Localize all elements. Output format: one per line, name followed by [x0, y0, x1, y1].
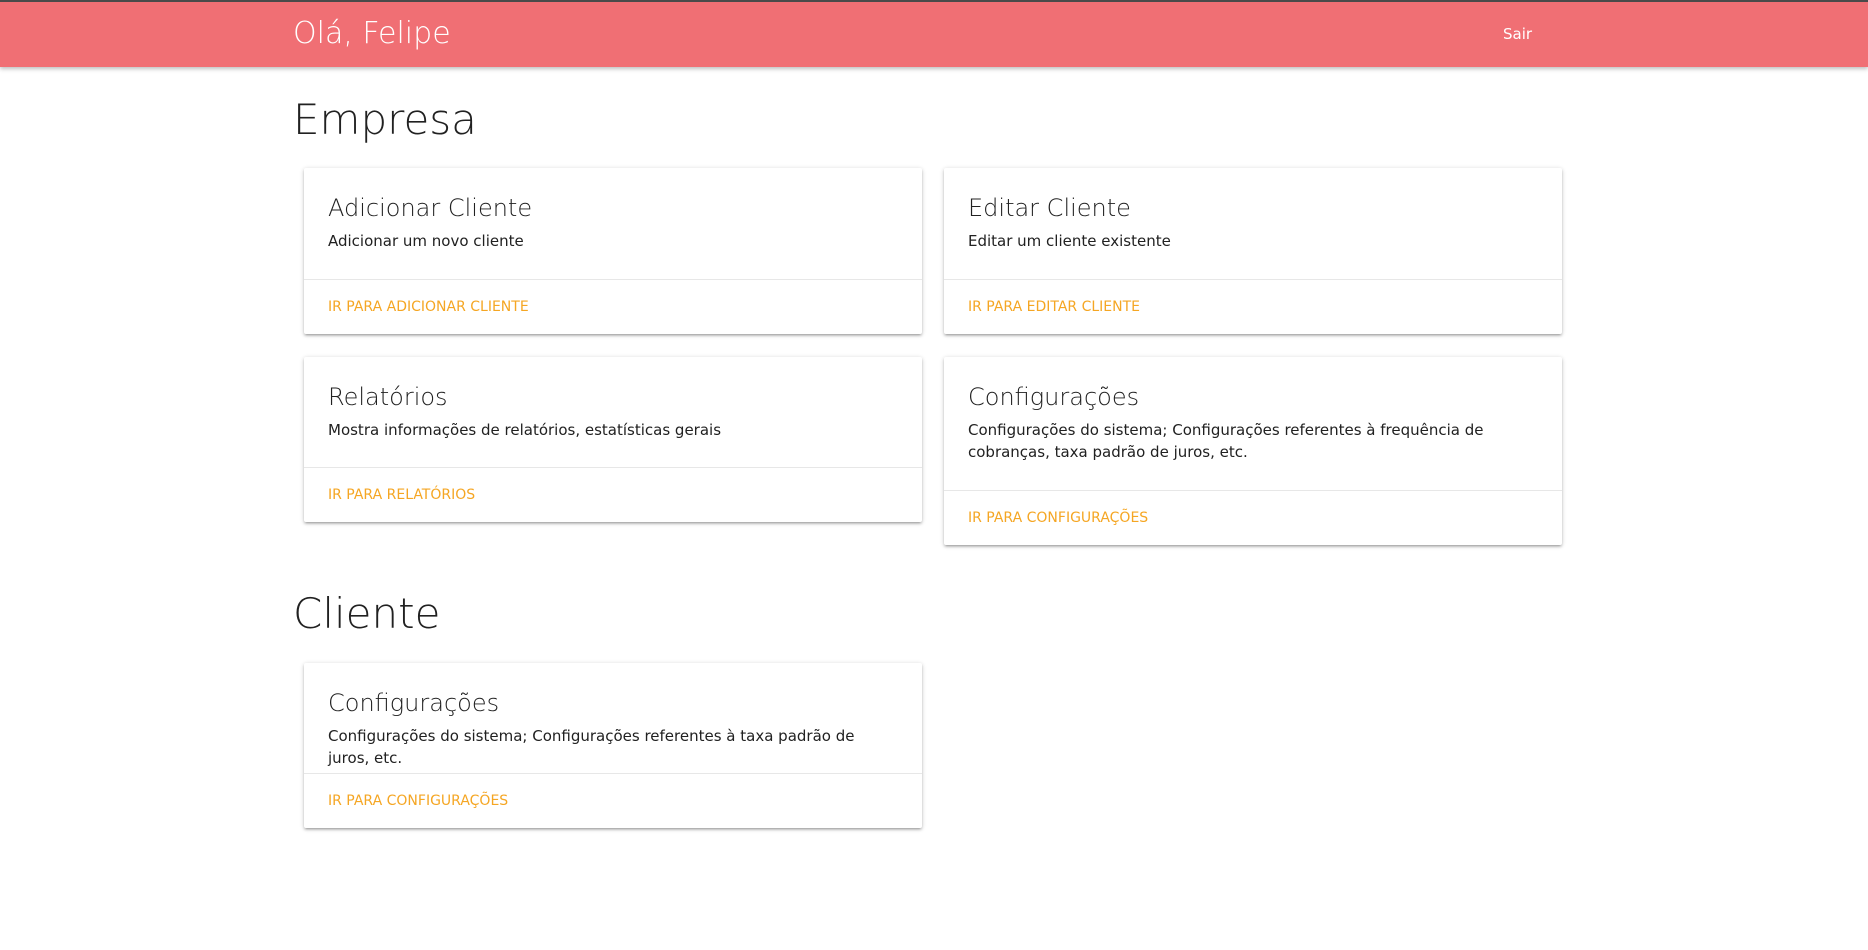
company-settings-link[interactable]: IR PARA CONFIGURAÇÕES [968, 508, 1148, 528]
card-description: Configurações do sistema; Configurações … [328, 727, 855, 767]
section-title-empresa: Empresa [293, 95, 477, 144]
card-description: Mostra informações de relatórios, estatí… [328, 421, 722, 439]
card-edit-client: Editar Cliente Editar um cliente existen… [944, 168, 1562, 334]
greeting-title: Olá, Felipe [293, 16, 451, 51]
card-reports: Relatórios Mostra informações de relatór… [304, 357, 922, 522]
card-client-settings: Configurações Configurações do sistema; … [304, 663, 922, 828]
card-title: Adicionar Cliente [328, 194, 533, 222]
card-title: Configurações [968, 383, 1140, 411]
card-add-client: Adicionar Cliente Adicionar um novo clie… [304, 168, 922, 334]
reports-link[interactable]: IR PARA RELATÓRIOS [328, 485, 475, 505]
card-company-settings: Configurações Configurações do sistema; … [944, 357, 1562, 545]
section-title-cliente: Cliente [293, 589, 441, 638]
client-settings-link[interactable]: IR PARA CONFIGURAÇÕES [328, 791, 508, 811]
top-navbar: Olá, Felipe Sair [0, 0, 1868, 67]
card-action: IR PARA CONFIGURAÇÕES [944, 490, 1562, 545]
logout-link[interactable]: Sair [1503, 24, 1532, 44]
card-title: Relatórios [328, 383, 448, 411]
card-action: IR PARA CONFIGURAÇÕES [304, 773, 922, 828]
edit-client-link[interactable]: IR PARA EDITAR CLIENTE [968, 297, 1140, 317]
card-title: Editar Cliente [968, 194, 1131, 222]
card-description: Adicionar um novo cliente [328, 232, 524, 250]
card-action: IR PARA ADICIONAR CLIENTE [304, 279, 922, 334]
card-description: Configurações do sistema; Configurações … [968, 421, 1484, 461]
add-client-link[interactable]: IR PARA ADICIONAR CLIENTE [328, 297, 529, 317]
card-action: IR PARA RELATÓRIOS [304, 467, 922, 522]
card-description: Editar um cliente existente [968, 232, 1171, 250]
card-title: Configurações [328, 689, 500, 717]
card-action: IR PARA EDITAR CLIENTE [944, 279, 1562, 334]
